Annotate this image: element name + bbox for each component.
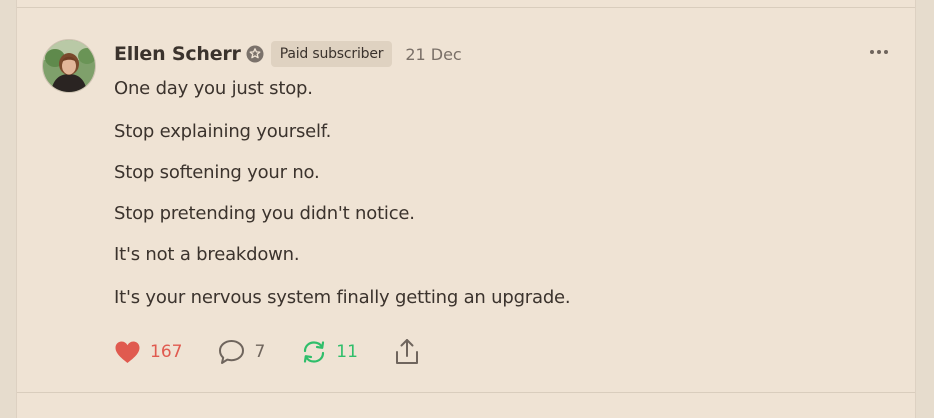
restack-arrows-icon — [304, 341, 325, 363]
post-date[interactable]: 21 Dec — [405, 45, 461, 64]
body-line: Stop pretending you didn't notice. — [114, 203, 415, 224]
body-line: It's not a breakdown. — [114, 244, 300, 265]
post-actions: 167 7 11 — [114, 337, 420, 367]
comment-bubble-icon — [219, 340, 245, 364]
bottom-divider — [17, 392, 915, 393]
more-options-button[interactable] — [867, 44, 891, 60]
avatar[interactable] — [42, 39, 96, 93]
top-divider — [17, 7, 915, 8]
post-card: Ellen Scherr Paid subscriber 21 Dec One … — [16, 0, 916, 418]
heart-icon — [115, 341, 140, 363]
share-icon — [395, 339, 418, 364]
body-line: It's your nervous system finally getting… — [114, 287, 571, 308]
share-button[interactable] — [394, 338, 420, 366]
paid-subscriber-badge: Paid subscriber — [270, 41, 393, 67]
author-name[interactable]: Ellen Scherr — [114, 43, 241, 65]
restack-button[interactable]: 11 — [301, 339, 358, 365]
like-count: 167 — [150, 342, 183, 362]
more-dots-icon — [870, 50, 888, 54]
restack-count: 11 — [336, 342, 358, 362]
post-meta: Ellen Scherr Paid subscriber 21 Dec — [114, 40, 462, 68]
body-line: Stop explaining yourself. — [114, 121, 332, 142]
body-line: One day you just stop. — [114, 78, 313, 99]
comment-button[interactable]: 7 — [218, 339, 265, 365]
comment-count: 7 — [254, 342, 266, 362]
like-button[interactable]: 167 — [114, 340, 182, 364]
subscriber-badge-icon — [246, 45, 264, 63]
body-line: Stop softening your no. — [114, 162, 320, 183]
